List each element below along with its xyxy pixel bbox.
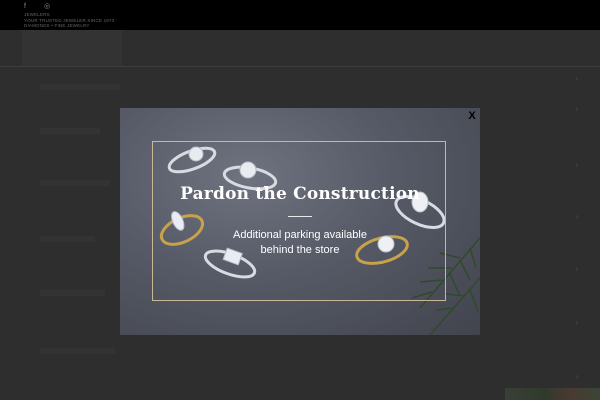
chevron-right-icon: ›	[575, 372, 578, 381]
modal-frame	[152, 141, 446, 301]
site-content-row	[40, 348, 115, 354]
modal-message-line: Additional parking available	[233, 229, 367, 241]
top-bar: f ◎ JEWELERS YOUR TRUSTED JEWELER SINCE …	[0, 0, 600, 30]
instagram-icon[interactable]: ◎	[44, 3, 50, 11]
footer-image	[505, 388, 600, 400]
title-divider	[288, 216, 312, 217]
site-content-row	[40, 84, 120, 90]
modal-message: Additional parking available behind the …	[120, 228, 480, 258]
header-divider	[0, 66, 600, 67]
chevron-right-icon: ›	[575, 318, 578, 327]
site-content-row	[40, 236, 95, 242]
brand-tagline: JEWELERS YOUR TRUSTED JEWELER SINCE 1973…	[24, 12, 124, 29]
chevron-right-icon: ›	[575, 264, 578, 273]
modal-title: Pardon the Construction	[180, 184, 420, 204]
chevron-right-icon: ›	[575, 104, 578, 113]
site-content-row	[40, 290, 105, 296]
site-content-row	[40, 128, 100, 134]
chevron-right-icon: ›	[575, 212, 578, 221]
site-logo-area	[22, 30, 122, 66]
site-content-row	[40, 180, 110, 186]
chevron-right-icon: ›	[575, 74, 578, 83]
announcement-modal: Pardon the Construction Additional parki…	[120, 108, 480, 335]
close-button[interactable]: X	[464, 108, 480, 124]
facebook-icon[interactable]: f	[24, 3, 26, 11]
brand-line: DIAMONDS • FINE JEWELRY	[24, 23, 90, 28]
chevron-right-icon: ›	[575, 160, 578, 169]
modal-message-line: behind the store	[260, 244, 340, 256]
